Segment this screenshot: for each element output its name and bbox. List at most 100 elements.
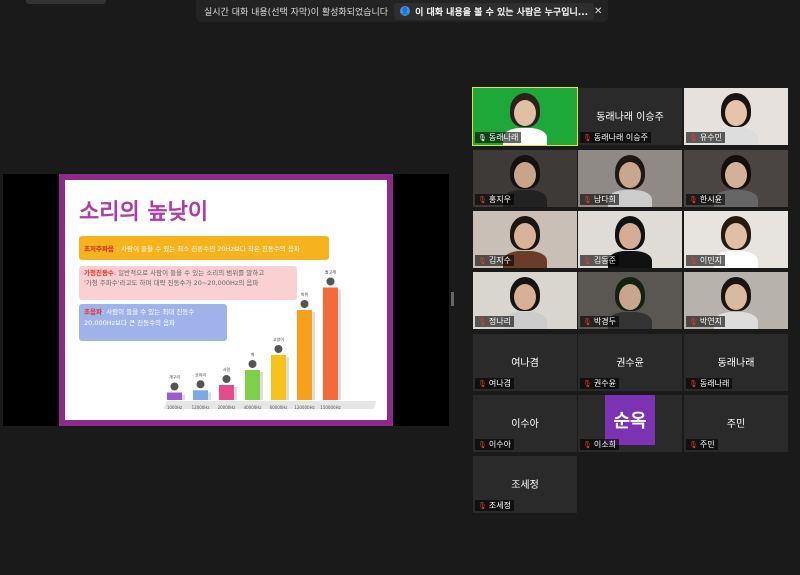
tick-label-5: 120000Hz <box>294 405 314 410</box>
mic-muted-icon: 🎙 <box>583 440 592 449</box>
presentation-slide: 소리의 높낮이 초저주파음 : 사람이 들을 수 있는 최소 진동수인 20Hz… <box>59 174 393 426</box>
mic-muted-icon: 🎙 <box>478 440 487 449</box>
participant-display-name: 조세정 <box>511 480 539 491</box>
participant-tile[interactable]: 권수윤 🎙 권수윤 <box>578 334 682 391</box>
participant-name-tag: 🎙 동래나래 이승주 <box>580 132 651 143</box>
animal-label-1: 코끼리 <box>195 371 206 377</box>
window-edge <box>26 0 106 4</box>
mic-muted-icon: 🎙 <box>689 256 698 265</box>
mic-muted-icon: 🎙 <box>583 379 592 388</box>
participant-tile[interactable]: 여나겸 🎙 여나겸 <box>473 334 577 391</box>
mic-muted-icon: 🎙 <box>689 195 698 204</box>
participant-tile[interactable]: 이수아 🎙 이수아 <box>473 395 577 452</box>
bar-6 <box>323 287 338 400</box>
participant-name: 남다희 <box>593 195 616 204</box>
participant-tile[interactable]: 동래나래 이승주 🎙 동래나래 이승주 <box>578 88 682 145</box>
split-resize-handle[interactable] <box>451 292 454 306</box>
mic-muted-icon: 🎙 <box>689 379 698 388</box>
person-face <box>725 100 747 126</box>
mic-muted-icon: 🎙 <box>478 256 487 265</box>
bar-1 <box>193 390 208 400</box>
participant-name: 정나리 <box>488 317 511 326</box>
participant-name-tag: 🎙 동래나래 <box>475 132 522 143</box>
mic-muted-icon: 🎙 <box>478 195 487 204</box>
participant-name-tag: 🎙 유수민 <box>686 132 725 143</box>
person-face <box>725 223 747 249</box>
participant-display-name: 여나겸 <box>511 358 539 369</box>
bar-side-4 <box>286 357 289 400</box>
bar-side-0 <box>182 394 185 400</box>
participant-name: 이민지 <box>699 256 722 265</box>
who-can-see-button[interactable]: 👤 이 대화 내용을 볼 수 있는 사람은 누구입니... <box>394 2 595 20</box>
participant-name: 이소희 <box>593 440 616 449</box>
animal-icon-4 <box>274 345 283 353</box>
animal-icon-3 <box>248 360 257 368</box>
close-icon[interactable]: ✕ <box>594 6 602 17</box>
bar-side-5 <box>312 312 315 400</box>
participant-name: 유수민 <box>699 133 722 142</box>
tick-label-2: 20000Hz <box>218 405 236 410</box>
infrasound-key: 초저주파음 <box>84 245 114 253</box>
participant-tile[interactable]: 🎙 김동준 <box>578 211 682 268</box>
participant-name-tag: 🎙 이수아 <box>475 439 514 450</box>
shared-screen: 소리의 높낮이 초저주파음 : 사람이 들을 수 있는 최소 진동수인 20Hz… <box>3 174 449 426</box>
participant-tile[interactable]: 🎙 한시윤 <box>684 150 788 207</box>
participant-tile[interactable]: 🎙 홍지우 <box>473 150 577 207</box>
participant-name: 김지수 <box>488 256 511 265</box>
participant-tile[interactable]: 🎙 남다희 <box>578 150 682 207</box>
person-face <box>725 284 747 310</box>
animal-label-2: 사람 <box>223 366 231 372</box>
participant-display-name: 이수아 <box>511 419 539 430</box>
frequency-bar-chart: 개구리 1000Hz 코끼리 12000Hz 사람 20000Hz 개 40000Hz 고양이 6… <box>167 269 341 410</box>
participant-name: 조세정 <box>488 501 511 510</box>
participant-tile[interactable]: 동래나래 🎙 동래나래 <box>684 334 788 391</box>
participant-tile[interactable]: 조세정 🎙 조세정 <box>473 456 577 513</box>
participant-tile[interactable]: 🎙 동래나래 <box>472 87 578 146</box>
captions-notice-message: 실시간 대화 내용(선택 자막)이 활성화되었습니다 <box>204 7 389 18</box>
animal-label-3: 개 <box>251 351 255 357</box>
participant-tile[interactable]: 🎙 박경두 <box>578 272 682 329</box>
participant-display-name: 동래나래 이승주 <box>596 112 664 123</box>
participant-name: 동래나래 이승주 <box>593 133 648 142</box>
participant-name-tag: 🎙 정나리 <box>475 316 514 327</box>
avatar: 순옥 <box>605 395 655 445</box>
participant-tile[interactable]: 🎙 이민지 <box>684 211 788 268</box>
slide-title: 소리의 높낮이 <box>79 200 209 225</box>
person-icon: 👤 <box>400 6 411 16</box>
bar-2 <box>219 385 234 400</box>
participant-name: 박연지 <box>699 317 722 326</box>
animal-icon-6 <box>326 277 335 286</box>
participant-tile[interactable]: 순옥 🎙 이소희 <box>578 395 682 452</box>
participant-name-tag: 🎙 한시윤 <box>686 194 725 205</box>
mic-muted-icon: 🎙 <box>583 195 592 204</box>
participant-name: 이수아 <box>488 440 511 449</box>
person-face <box>725 162 747 188</box>
participant-name-tag: 🎙 박연지 <box>686 316 725 327</box>
participant-tile[interactable]: 🎙 정나리 <box>473 272 577 329</box>
participant-display-name: 동래나래 <box>717 358 755 369</box>
participant-name: 김동준 <box>593 256 616 265</box>
slide-content: 소리의 높낮이 초저주파음 : 사람이 들을 수 있는 최소 진동수인 20Hz… <box>65 180 387 420</box>
participant-tile[interactable]: 🎙 유수민 <box>684 88 788 145</box>
captions-notice-bar: 실시간 대화 내용(선택 자막)이 활성화되었습니다 👤 이 대화 내용을 볼 … <box>196 0 608 22</box>
mic-muted-icon: 🎙 <box>478 379 487 388</box>
animal-label-0: 개구리 <box>169 374 180 380</box>
participant-name-tag: 🎙 조세정 <box>475 500 514 511</box>
participant-name-tag: 🎙 동래나래 <box>686 378 733 389</box>
animal-label-5: 박쥐 <box>301 291 309 297</box>
participant-name-tag: 🎙 주민 <box>686 439 718 450</box>
person-face <box>514 284 536 310</box>
mic-muted-icon: 🎙 <box>583 256 592 265</box>
participant-tile[interactable]: 주민 🎙 주민 <box>684 395 788 452</box>
bar-side-2 <box>234 387 237 400</box>
mic-muted-icon: 🎙 <box>478 501 487 510</box>
animal-icon-2 <box>222 375 231 383</box>
participant-name: 권수윤 <box>593 379 616 388</box>
participant-name-tag: 🎙 김동준 <box>580 255 619 266</box>
participant-tile[interactable]: 🎙 박연지 <box>684 272 788 329</box>
mic-muted-icon: 🎙 <box>583 317 592 326</box>
mic-muted-icon: 🎙 <box>583 133 592 142</box>
participant-name-tag: 🎙 권수윤 <box>580 378 619 389</box>
participant-name-tag: 🎙 이소희 <box>580 439 619 450</box>
participant-tile[interactable]: 🎙 김지수 <box>473 211 577 268</box>
